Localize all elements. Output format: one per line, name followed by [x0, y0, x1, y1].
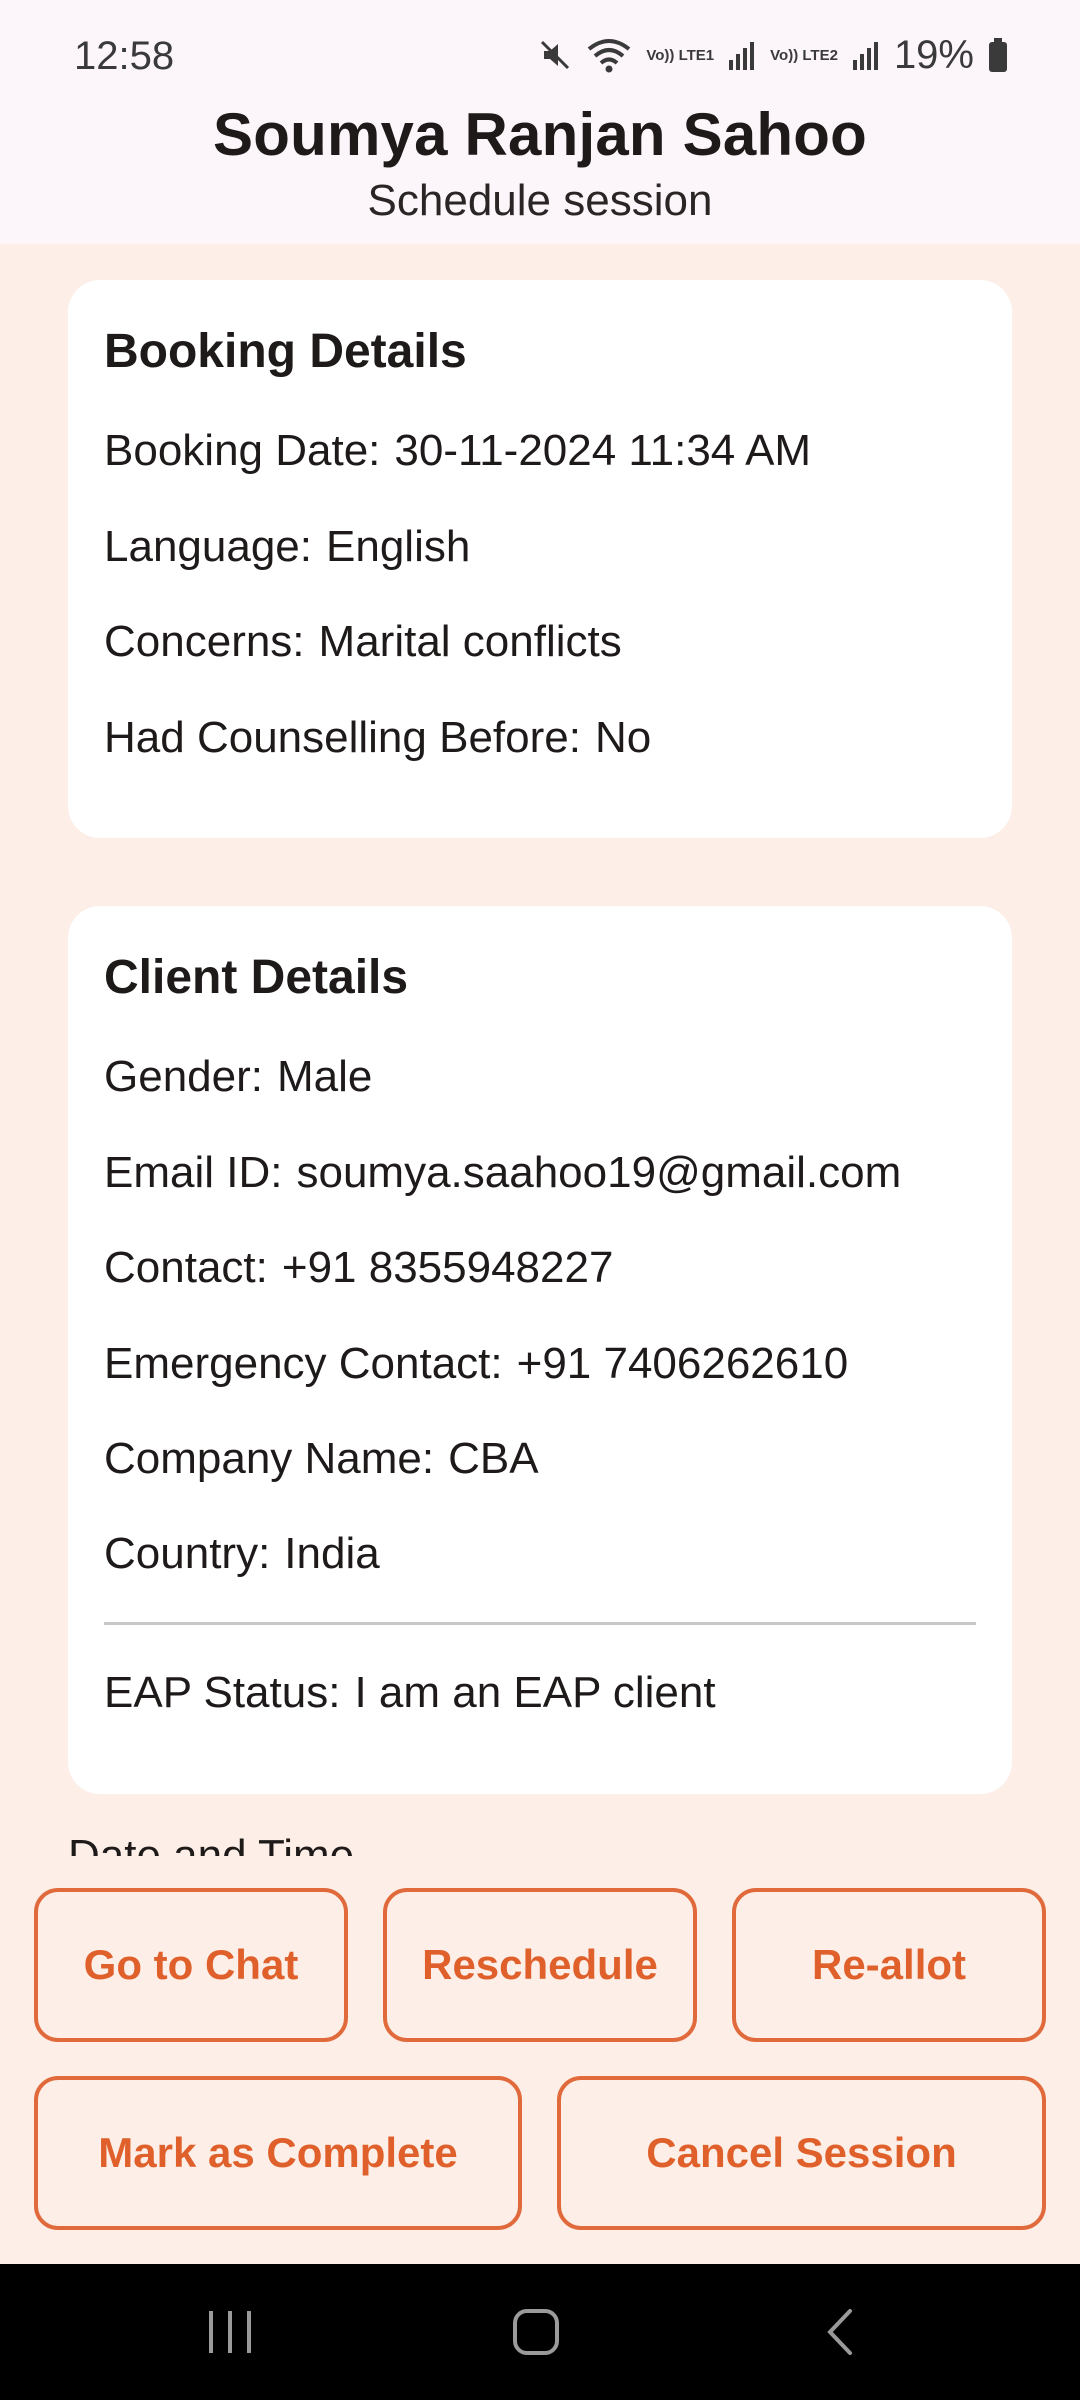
row-label: Concerns: [104, 617, 305, 666]
booking-details-card: Booking Details Booking Date: 30-11-2024 … [68, 280, 1012, 838]
signal-icon [852, 40, 880, 70]
card-title: Client Details [104, 951, 409, 1004]
row-value: +91 7406262610 [516, 1339, 849, 1388]
back-icon[interactable] [790, 2264, 890, 2400]
concerns-row: Concerns: Marital conflicts [104, 617, 622, 667]
row-label: Country: [104, 1529, 271, 1578]
re-allot-button[interactable]: Re-allot [732, 1888, 1046, 2042]
row-value: English [326, 522, 471, 571]
status-time: 12:58 [74, 34, 175, 78]
battery-icon [988, 38, 1008, 72]
client-details-card: Client Details Gender: Male Email ID: soum… [68, 906, 1012, 1794]
app-header: 12:58 Vo)) LTE1 Vo)) LTE2 19% Soumya Ran… [0, 0, 1080, 244]
row-value: soumya.saahoo19@gmail.com [296, 1148, 902, 1197]
country-row: Country: India [104, 1529, 380, 1579]
cancel-session-button[interactable]: Cancel Session [557, 2076, 1046, 2230]
recent-apps-icon[interactable] [180, 2264, 280, 2400]
system-nav-bar [0, 2264, 1080, 2400]
page-subtitle: Schedule session [367, 176, 713, 225]
mark-as-complete-button[interactable]: Mark as Complete [34, 2076, 522, 2230]
row-value: 30-11-2024 11:34 AM [394, 426, 812, 475]
row-value: +91 8355948227 [281, 1243, 614, 1292]
page-title: Soumya Ranjan Sahoo [213, 101, 867, 168]
company-name-row: Company Name: CBA [104, 1434, 539, 1484]
eap-status-row: EAP Status: I am an EAP client [104, 1668, 716, 1718]
row-label: Booking Date: [104, 426, 381, 475]
gender-row: Gender: Male [104, 1052, 372, 1102]
date-time-section-heading: Date and Time [68, 1831, 355, 1856]
signal-icon [728, 40, 756, 70]
row-value: I am an EAP client [354, 1668, 716, 1717]
reschedule-button[interactable]: Reschedule [383, 1888, 697, 2042]
row-label: Email ID: [104, 1148, 283, 1197]
contact-row: Contact: +91 8355948227 [104, 1243, 613, 1293]
row-label: Emergency Contact: [104, 1339, 503, 1388]
row-label: Company Name: [104, 1434, 435, 1483]
booking-date-row: Booking Date: 30-11-2024 11:34 AM [104, 426, 811, 476]
network-lte1-label: Vo)) LTE1 [646, 46, 715, 64]
row-label: Had Counselling Before: [104, 713, 581, 762]
email-row: Email ID: soumya.saahoo19@gmail.com [104, 1148, 901, 1198]
language-row: Language: English [104, 522, 470, 572]
row-value: Marital conflicts [318, 617, 622, 666]
row-label: Contact: [104, 1243, 268, 1292]
card-title: Booking Details [104, 325, 467, 378]
status-icons: Vo)) LTE1 Vo)) LTE2 19% [538, 30, 1008, 80]
emergency-contact-row: Emergency Contact: +91 7406262610 [104, 1339, 848, 1389]
row-label: Gender: [104, 1052, 263, 1101]
row-value: Male [276, 1052, 373, 1101]
row-label: Language: [104, 522, 312, 571]
wifi-icon [586, 37, 632, 73]
action-bar: Go to Chat Reschedule Re-allot Mark as C… [0, 1856, 1080, 2264]
row-value: CBA [448, 1434, 539, 1483]
go-to-chat-button[interactable]: Go to Chat [34, 1888, 348, 2042]
network-lte2-label: Vo)) LTE2 [770, 46, 838, 64]
divider [104, 1622, 976, 1625]
counselling-before-row: Had Counselling Before: No [104, 713, 651, 763]
home-icon[interactable] [486, 2264, 586, 2400]
mute-icon [538, 38, 572, 72]
row-label: EAP Status: [104, 1668, 341, 1717]
row-value: No [594, 713, 652, 762]
battery-percent: 19% [893, 32, 974, 77]
row-value: India [284, 1529, 380, 1578]
